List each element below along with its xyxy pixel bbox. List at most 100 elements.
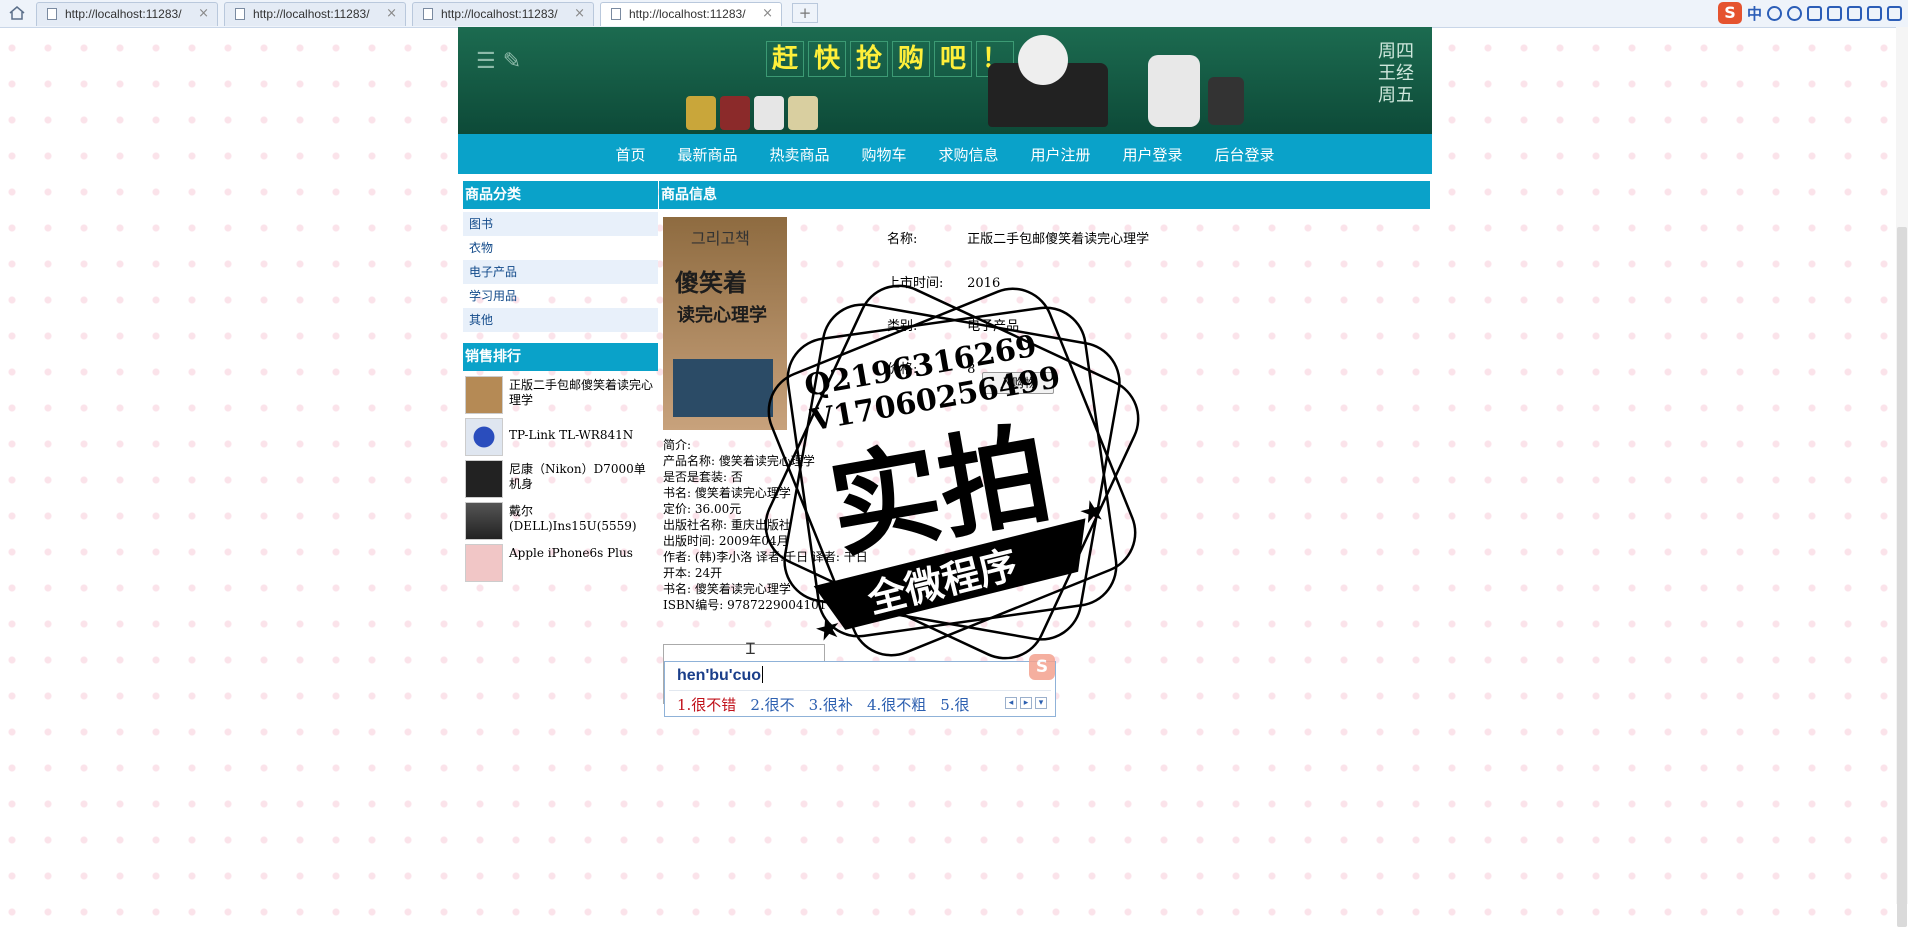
browser-tab-3[interactable]: http://localhost:11283/ × <box>412 2 594 26</box>
ime-mode-toggle[interactable]: 中 <box>1747 3 1762 24</box>
emoji-icon[interactable] <box>1787 5 1802 21</box>
close-tab-icon[interactable]: × <box>386 6 397 21</box>
product-name: 正版二手包邮傻笑着读完心理学 <box>967 232 1150 247</box>
home-icon[interactable] <box>8 5 26 21</box>
new-tab-button[interactable]: + <box>792 3 818 23</box>
product-info-title: 商品信息 <box>659 181 1430 209</box>
cover-text: 그리고책 <box>691 229 750 248</box>
product-date-row: 上市时间: 2016 <box>887 272 1000 291</box>
product-image <box>686 96 716 130</box>
nav-new-products[interactable]: 最新商品 <box>677 144 737 165</box>
nav-admin-login[interactable]: 后台登录 <box>1215 144 1275 165</box>
punctuation-icon[interactable] <box>1767 5 1782 21</box>
product-image <box>788 96 818 130</box>
next-page-icon[interactable]: ▸ <box>1020 697 1032 709</box>
toolbox-icon[interactable] <box>1887 5 1902 21</box>
sogou-badge-icon: S <box>1029 654 1055 680</box>
field-label: 价格: <box>887 362 918 377</box>
product-image <box>754 96 784 130</box>
description-line: 是否是套装: 否 <box>663 470 743 484</box>
nav-wanted[interactable]: 求购信息 <box>939 144 999 165</box>
sogou-ime-icon[interactable]: S <box>1717 2 1742 24</box>
ranking-item[interactable]: 正版二手包邮傻笑着读完心理学 <box>463 374 658 414</box>
ranking-item[interactable]: Apple iPhone6s Plus <box>463 542 658 582</box>
laptop-thumbnail[interactable] <box>465 502 503 540</box>
slogan-char: 购 <box>892 41 930 77</box>
keyboard-icon[interactable] <box>1827 5 1842 21</box>
category-item[interactable]: 学习用品 <box>463 284 658 308</box>
banner-slogan: 赶 快 抢 购 吧 ！ <box>766 41 1014 77</box>
skin-icon[interactable] <box>1867 5 1882 21</box>
browser-tab-1[interactable]: http://localhost:11283/ × <box>36 2 218 26</box>
ranking-list: 正版二手包邮傻笑着读完心理学 TP-Link TL-WR841N 尼康（Niko… <box>463 374 658 584</box>
browser-tab-4-active[interactable]: http://localhost:11283/ × <box>600 2 782 26</box>
description-line: 出版社名称: 重庆出版社 <box>663 518 791 532</box>
ime-candidate[interactable]: 3.很补 <box>809 694 853 715</box>
tab-url: http://localhost:11283/ <box>441 7 558 21</box>
nav-cart[interactable]: 购物车 <box>861 144 906 165</box>
ime-candidate[interactable]: 2.很不 <box>750 694 794 715</box>
nav-hot-products[interactable]: 热卖商品 <box>769 144 829 165</box>
scrollbar-thumb[interactable] <box>1897 227 1907 927</box>
add-to-cart-button[interactable]: 入购物 <box>982 372 1054 394</box>
description-line: 书名: 傻笑着读完心理学 <box>663 486 791 500</box>
ime-candidate[interactable]: 4.很不粗 <box>867 694 926 715</box>
top-banner: ☰ ✎ 赶 快 抢 购 吧 ！ 周四 王经 周五 <box>458 27 1432 134</box>
ranking-item-title[interactable]: 戴尔(DELL)Ins15U(5559) <box>509 504 657 534</box>
tab-url: http://localhost:11283/ <box>65 7 182 21</box>
ranking-item-title[interactable]: 正版二手包邮傻笑着读完心理学 <box>509 378 657 408</box>
scrollbar[interactable] <box>1896 27 1908 927</box>
description-line: 作者: (韩)李小洛 译者:千日 译者: 千日 <box>663 550 868 564</box>
category-item[interactable]: 衣物 <box>463 236 658 260</box>
close-tab-icon[interactable]: × <box>762 6 773 21</box>
expand-icon[interactable]: ▾ <box>1035 697 1047 709</box>
page-icon <box>611 8 621 20</box>
ranking-title: 销售排行 <box>463 343 658 371</box>
ranking-item[interactable]: TP-Link TL-WR841N <box>463 416 658 456</box>
description-line: 定价: 36.00元 <box>663 502 742 516</box>
printer-image <box>1148 55 1200 127</box>
ranking-item[interactable]: 尼康（Nikon）D7000单机身 <box>463 458 658 498</box>
page-icon <box>423 8 433 20</box>
nav-register[interactable]: 用户注册 <box>1031 144 1091 165</box>
product-cover-image: 그리고책 傻笑着 读完心理学 <box>663 217 787 430</box>
nav-login[interactable]: 用户登录 <box>1123 144 1183 165</box>
main-nav: 首页 最新商品 热卖商品 购物车 求购信息 用户注册 用户登录 后台登录 <box>458 134 1432 174</box>
description-line: ISBN编号: 9787229004101 <box>663 598 827 612</box>
text-cursor-icon: Ɪ <box>746 639 755 658</box>
ime-candidate[interactable]: 1.很不错 <box>677 694 736 715</box>
ranking-item-title[interactable]: 尼康（Nikon）D7000单机身 <box>509 462 657 492</box>
product-date: 2016 <box>967 276 1001 291</box>
nav-home[interactable]: 首页 <box>615 144 645 165</box>
phone-thumbnail[interactable] <box>465 544 503 582</box>
ime-candidate[interactable]: 5.很 <box>940 694 969 715</box>
camera-thumbnail[interactable] <box>465 460 503 498</box>
tab-url: http://localhost:11283/ <box>629 7 746 21</box>
microphone-icon[interactable] <box>1807 5 1822 21</box>
browser-tab-2[interactable]: http://localhost:11283/ × <box>224 2 406 26</box>
chalk-text: 周四 王经 周五 <box>1378 41 1414 106</box>
category-item[interactable]: 电子产品 <box>463 260 658 284</box>
ranking-item[interactable]: 戴尔(DELL)Ins15U(5559) <box>463 500 658 540</box>
close-tab-icon[interactable]: × <box>574 6 585 21</box>
field-label: 上市时间: <box>887 276 944 291</box>
book-thumbnail[interactable] <box>465 376 503 414</box>
star-icon: ★ <box>1075 492 1110 532</box>
prev-page-icon[interactable]: ◂ <box>1005 697 1017 709</box>
category-item[interactable]: 图书 <box>463 212 658 236</box>
scanner-image <box>1208 77 1244 125</box>
product-image <box>720 96 750 130</box>
router-thumbnail[interactable] <box>465 418 503 456</box>
user-icon[interactable] <box>1847 5 1862 21</box>
close-tab-icon[interactable]: × <box>198 6 209 21</box>
product-price: 8 <box>967 362 976 377</box>
ranking-item-title[interactable]: TP-Link TL-WR841N <box>509 428 657 443</box>
tab-url: http://localhost:11283/ <box>253 7 370 21</box>
ime-candidates: 1.很不错 2.很不 3.很补 4.很不粗 5.很 <box>677 694 970 715</box>
description-line: 开本: 24开 <box>663 566 723 580</box>
browser-tab-bar: http://localhost:11283/ × http://localho… <box>0 0 1908 28</box>
category-title: 商品分类 <box>463 181 658 209</box>
product-category-row: 类别: 电子产品 <box>887 315 1019 334</box>
ranking-item-title[interactable]: Apple iPhone6s Plus <box>509 546 657 561</box>
category-item[interactable]: 其他 <box>463 308 658 332</box>
